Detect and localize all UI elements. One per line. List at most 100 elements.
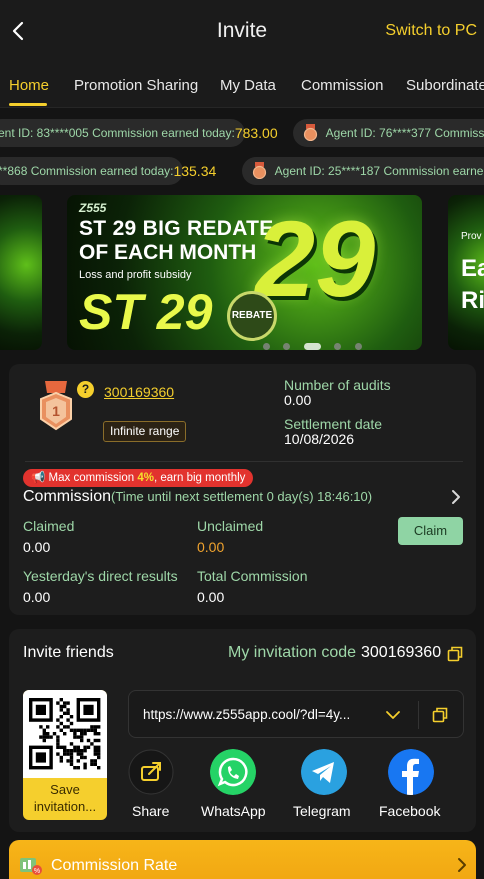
ticker-label: Commission earned today: <box>92 126 235 140</box>
divider <box>25 461 463 462</box>
commission-card: 1 ? 300169360 Infinite range Number of a… <box>9 364 476 615</box>
banner-subtitle: Loss and profit subsidy <box>79 269 192 281</box>
ticker-value: 783.00 <box>234 125 278 141</box>
share-label: Share <box>132 803 170 819</box>
active-tab-indicator <box>9 103 47 106</box>
claimed-value: 0.00 <box>23 539 51 555</box>
tab-home[interactable]: Home <box>9 77 49 94</box>
divider <box>418 701 419 729</box>
whatsapp-icon <box>210 749 256 795</box>
ticker-agent-id: Agent ID: 76****377 <box>325 126 432 140</box>
badge-suffix: , earn big monthly <box>153 472 246 484</box>
copy-link-icon[interactable] <box>432 707 448 723</box>
carousel-dot[interactable] <box>283 343 291 350</box>
commission-ticker-row-2: **868 Commission earned today: 135.34 Ag… <box>0 157 484 187</box>
telegram-label: Telegram <box>293 803 351 819</box>
carousel-dots <box>263 337 371 350</box>
banner-next-small: Prov <box>461 231 482 242</box>
carousel-dot[interactable] <box>354 343 362 350</box>
badge-highlight: 4% <box>137 472 154 484</box>
invite-card: Invite friends My invitation code 300169… <box>9 629 476 832</box>
agent-medal-icon <box>303 124 318 141</box>
carousel-dot-active[interactable] <box>303 343 321 350</box>
promo-carousel[interactable]: Z555 ST 29 BIG REDATE OF EACH MONTH Loss… <box>0 193 484 353</box>
tab-promotion-sharing[interactable]: Promotion Sharing <box>74 77 198 94</box>
svg-text:%: % <box>34 868 40 875</box>
share-icon <box>128 749 174 795</box>
tab-my-data[interactable]: My Data <box>220 77 276 94</box>
banner-rebate-badge: REBATE <box>227 291 277 341</box>
invite-title: Invite friends <box>23 644 114 661</box>
banner-next-line-1: Ear <box>461 255 484 282</box>
agent-medal-icon <box>252 162 267 179</box>
ticker-agent-id: **868 <box>0 164 28 178</box>
ticker-agent-id: Agent ID: 25****187 <box>274 164 381 178</box>
commission-title: Commission <box>23 488 112 505</box>
carousel-dot[interactable] <box>263 343 270 350</box>
banner-previous[interactable] <box>0 195 42 350</box>
invitation-code: 300169360 <box>361 644 442 661</box>
total-commission-label: Total Commission <box>197 568 308 584</box>
level-medal-icon: 1 <box>40 381 72 431</box>
badge-prefix: Max commission <box>48 472 138 484</box>
ticker-chip: ent ID: 83****005 Commission earned toda… <box>0 119 278 147</box>
telegram-icon <box>301 749 347 795</box>
banner-logo: Z555 <box>79 201 107 215</box>
settlement-countdown: (Time until next settlement 0 day(s) 18:… <box>111 489 373 504</box>
chevron-right-icon[interactable] <box>456 857 468 873</box>
tab-subordinate[interactable]: Subordinate <box>406 77 484 94</box>
facebook-icon <box>388 749 434 795</box>
banner-big-text: ST 29 <box>79 284 213 340</box>
facebook-label: Facebook <box>379 803 441 819</box>
copy-icon[interactable] <box>447 646 463 662</box>
yesterday-label: Yesterday's direct results <box>23 568 178 584</box>
banner-headline-1: ST 29 BIG REDATE <box>79 217 274 240</box>
carousel-dot[interactable] <box>334 343 342 350</box>
tab-bar: Home Promotion Sharing My Data Commissio… <box>0 62 484 108</box>
banner-next-line-2: Ric <box>461 287 484 314</box>
unclaimed-label: Unclaimed <box>197 518 264 534</box>
invite-link-field[interactable]: https://www.z555app.cool/?dl=4y... <box>128 690 464 738</box>
qr-code-card[interactable]: Save invitation... <box>23 690 107 820</box>
save-invitation-button[interactable]: Save invitation... <box>23 781 107 815</box>
ticker-value: 135.34 <box>173 163 217 179</box>
tab-commission[interactable]: Commission <box>301 77 384 94</box>
banner-number: 29 <box>255 198 376 319</box>
ticker-chip: Agent ID: 76****377 Commissi <box>293 119 484 147</box>
ticker-label: Commission earned <box>383 164 484 178</box>
invite-link-text: https://www.z555app.cool/?dl=4y... <box>143 707 351 722</box>
yesterday-value: 0.00 <box>23 589 51 605</box>
commission-heading[interactable]: Commission(Time until next settlement 0 … <box>23 488 372 506</box>
header-bar: Invite Switch to PC <box>0 0 484 62</box>
commission-rate-bar[interactable]: % Commission Rate <box>9 840 476 879</box>
max-commission-badge: 📢 Max commission 4%, earn big monthly <box>23 469 254 487</box>
ticker-chip: Agent ID: 25****187 Commission earned <box>242 157 484 185</box>
commission-rate-label: Commission Rate <box>51 857 178 874</box>
ticker-agent-id: ent ID: 83****005 <box>0 126 89 140</box>
invitation-code-label: My invitation code <box>228 644 357 661</box>
audits-label: Number of audits <box>284 377 391 393</box>
settlement-label: Settlement date <box>284 416 383 432</box>
help-question-icon[interactable]: ? <box>77 381 94 398</box>
total-commission-value: 0.00 <box>197 589 225 605</box>
range-badge: Infinite range <box>103 421 187 442</box>
banner-current[interactable]: Z555 ST 29 BIG REDATE OF EACH MONTH Loss… <box>67 195 422 350</box>
chevron-down-icon[interactable] <box>385 707 401 723</box>
qr-code-image <box>23 690 107 778</box>
ticker-label: Commission earned today: <box>30 164 174 178</box>
audits-value: 0.00 <box>284 392 312 408</box>
ticker-label: Commissi <box>434 126 484 140</box>
settlement-value: 10/08/2026 <box>284 431 355 447</box>
switch-to-pc-link[interactable]: Switch to PC <box>385 22 477 40</box>
claim-button[interactable]: Claim <box>398 517 463 545</box>
whatsapp-label: WhatsApp <box>201 803 266 819</box>
svg-text:1: 1 <box>52 403 60 419</box>
chevron-right-icon[interactable] <box>449 489 463 505</box>
user-id-link[interactable]: 300169360 <box>104 384 174 400</box>
banner-next[interactable]: Prov Ear Ric <box>448 195 484 350</box>
ticker-chip: **868 Commission earned today: 135.34 <box>0 157 216 185</box>
claimed-label: Claimed <box>23 518 75 534</box>
unclaimed-value: 0.00 <box>197 539 225 555</box>
commission-ticker-row-1: ent ID: 83****005 Commission earned toda… <box>0 119 484 149</box>
commission-rate-icon: % <box>20 858 42 875</box>
